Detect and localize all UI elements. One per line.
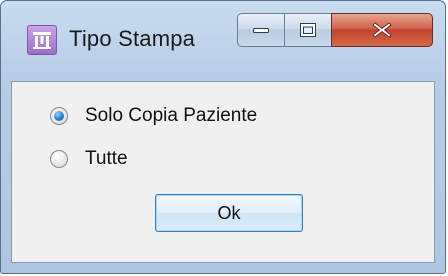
dialog-window: Tipo Stampa Solo Copia Paziente Tutte Ok (0, 0, 446, 274)
window-title: Tipo Stampa (69, 26, 196, 51)
dialog-content: Solo Copia Paziente Tutte Ok (11, 81, 435, 263)
minimize-button[interactable] (237, 13, 285, 47)
radio-button[interactable] (50, 150, 68, 168)
maximize-button[interactable] (284, 13, 332, 47)
option-solo-copia-paziente[interactable]: Solo Copia Paziente (50, 103, 257, 129)
close-button[interactable] (331, 13, 433, 47)
option-label: Tutte (85, 148, 128, 169)
maximize-icon (300, 23, 316, 37)
title-bar[interactable]: Tipo Stampa (1, 1, 445, 81)
minimize-icon (253, 28, 269, 33)
ok-button[interactable]: Ok (155, 194, 303, 232)
caption-buttons (237, 13, 433, 47)
close-icon (372, 22, 392, 38)
radio-button-selected[interactable] (50, 107, 68, 125)
option-tutte[interactable]: Tutte (50, 146, 128, 172)
option-label: Solo Copia Paziente (85, 105, 258, 126)
app-icon[interactable] (27, 25, 57, 55)
